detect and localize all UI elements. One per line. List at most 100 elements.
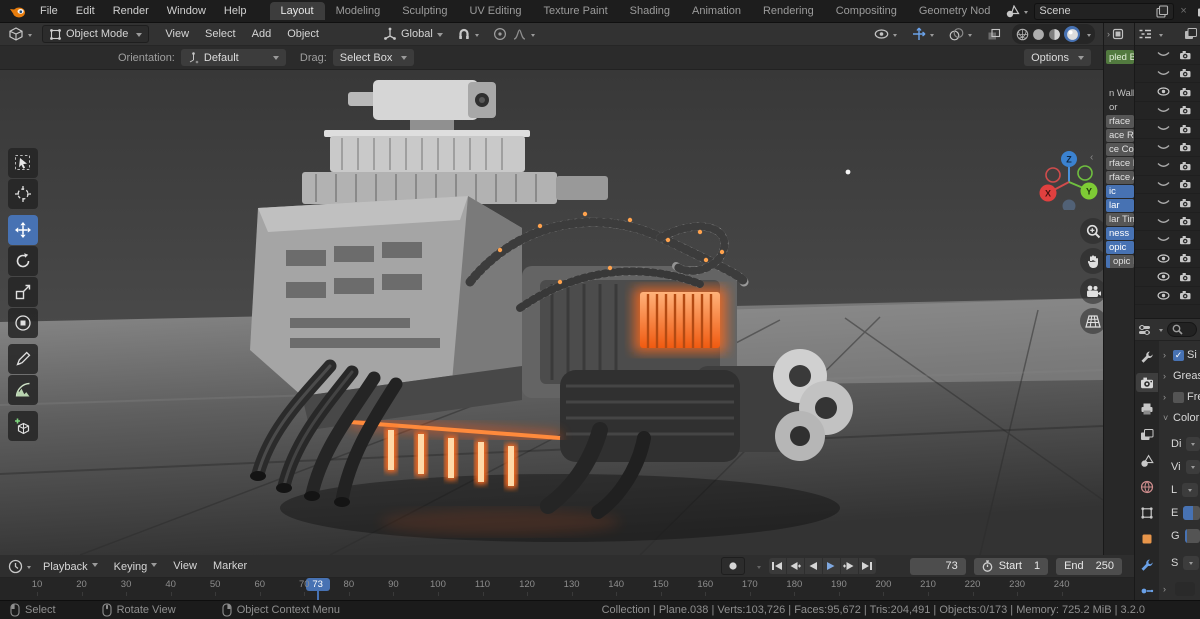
hide-in-viewport-toggle[interactable] xyxy=(1157,124,1170,133)
node-socket-row[interactable]: lar Tint xyxy=(1106,213,1134,226)
transform-orientation-dropdown[interactable]: Global xyxy=(379,25,447,44)
panel-header-color[interactable]: ˅ Color xyxy=(1163,412,1200,424)
hide-in-viewport-toggle[interactable] xyxy=(1157,161,1170,170)
viewport-menu-select[interactable]: Select xyxy=(197,28,244,40)
workspace-tab[interactable]: Animation xyxy=(681,2,752,20)
color-mgmt-slider[interactable] xyxy=(1184,529,1200,543)
properties-tab-physics[interactable] xyxy=(1136,581,1158,600)
tool-add-cube[interactable] xyxy=(8,411,38,441)
hide-in-viewport-toggle[interactable] xyxy=(1157,254,1170,263)
frame-start-field[interactable]: Start 1 xyxy=(973,557,1049,575)
timeline-menu-keying[interactable]: Keying xyxy=(106,559,166,573)
panel-footer[interactable]: › xyxy=(1163,582,1200,596)
hide-in-viewport-toggle[interactable] xyxy=(1157,180,1170,189)
node-socket-row[interactable]: n Walk xyxy=(1106,87,1134,100)
workspace-tab[interactable]: Compositing xyxy=(825,2,908,20)
workspace-tab[interactable]: Sculpting xyxy=(391,2,458,20)
tool-cursor[interactable] xyxy=(8,179,38,209)
node-socket-row[interactable]: opic xyxy=(1106,241,1134,254)
tool-scale[interactable] xyxy=(8,277,38,307)
disable-in-renders-toggle[interactable] xyxy=(1179,235,1192,245)
hide-in-viewport-toggle[interactable] xyxy=(1157,69,1170,78)
play-button[interactable] xyxy=(822,558,840,574)
panel-header-fre[interactable]: ›Fre xyxy=(1163,391,1200,403)
current-frame-field[interactable]: 73 xyxy=(909,557,966,575)
outliner[interactable] xyxy=(1134,23,1200,318)
disable-in-renders-toggle[interactable] xyxy=(1179,87,1192,97)
topbar-menu-file[interactable]: File xyxy=(31,5,67,17)
tool-transform[interactable] xyxy=(8,308,38,338)
viewport-menu-view[interactable]: View xyxy=(157,28,197,40)
panel-header-greas[interactable]: › Greas xyxy=(1163,370,1200,382)
hide-in-viewport-toggle[interactable] xyxy=(1157,50,1170,59)
properties-tab-object-data[interactable] xyxy=(1136,529,1158,548)
orientation-default-dropdown[interactable]: Default xyxy=(180,49,286,66)
workspace-tab[interactable]: Rendering xyxy=(752,2,825,20)
hide-in-viewport-toggle[interactable] xyxy=(1157,87,1170,96)
play-reverse-button[interactable] xyxy=(804,558,822,574)
disable-in-renders-toggle[interactable] xyxy=(1179,272,1192,282)
disable-in-renders-toggle[interactable] xyxy=(1179,161,1192,171)
tool-measure[interactable] xyxy=(8,375,38,405)
node-socket-row[interactable]: lar xyxy=(1106,199,1134,212)
node-socket-row[interactable]: ace Radiu xyxy=(1106,129,1134,142)
sidebar-collapse-arrow[interactable]: ‹ xyxy=(1090,152,1093,163)
show-overlays-dropdown[interactable] xyxy=(945,25,976,44)
properties-tab-world[interactable] xyxy=(1136,477,1158,496)
jump-to-start-button[interactable] xyxy=(768,558,786,574)
disable-in-renders-toggle[interactable] xyxy=(1179,198,1192,208)
node-socket-row[interactable]: or xyxy=(1106,101,1134,114)
color-mgmt-dropdown[interactable] xyxy=(1183,556,1200,570)
color-mgmt-slider[interactable] xyxy=(1183,506,1200,520)
proportional-editing-icon[interactable] xyxy=(489,25,539,44)
workspace-tab[interactable]: UV Editing xyxy=(458,2,532,20)
disable-in-renders-toggle[interactable] xyxy=(1179,290,1192,300)
jump-to-end-button[interactable] xyxy=(858,558,876,574)
node-socket-row[interactable]: rface IOR xyxy=(1106,157,1134,170)
viewport-canvas[interactable]: Z X Y ‹ xyxy=(0,70,1103,555)
panel-checkbox[interactable]: ✓ xyxy=(1173,349,1184,361)
node-socket-row[interactable]: rface xyxy=(1106,115,1134,128)
hide-in-viewport-toggle[interactable] xyxy=(1157,198,1170,207)
workspace-tab[interactable]: Texture Paint xyxy=(532,2,618,20)
scene-type-icon[interactable] xyxy=(1001,2,1032,21)
tool-select-box[interactable] xyxy=(8,148,38,178)
shading-material-icon[interactable] xyxy=(1048,28,1061,41)
scene-unlink-icon[interactable]: × xyxy=(1180,5,1186,17)
color-mgmt-dropdown[interactable] xyxy=(1186,437,1200,451)
properties-tab-tool[interactable] xyxy=(1136,347,1158,366)
viewport-menu-object[interactable]: Object xyxy=(279,28,327,40)
properties-editor[interactable]: ›✓Si ›Greas ›Fre ˅Color Di Vi L E G S › xyxy=(1134,318,1200,600)
workspace-tab[interactable]: Geometry Nod xyxy=(908,2,1002,20)
shading-wireframe-icon[interactable] xyxy=(1016,28,1029,41)
tool-rotate[interactable] xyxy=(8,246,38,276)
options-dropdown[interactable]: Options xyxy=(1024,49,1091,66)
hide-in-viewport-toggle[interactable] xyxy=(1157,217,1170,226)
shading-rendered-icon[interactable] xyxy=(1064,26,1080,42)
tool-move[interactable] xyxy=(8,215,38,245)
timeline-menu-marker[interactable]: Marker xyxy=(205,560,255,572)
workspace-tab[interactable]: Shading xyxy=(619,2,681,20)
topbar-menu-edit[interactable]: Edit xyxy=(67,5,104,17)
viewport-menu-add[interactable]: Add xyxy=(244,28,280,40)
panel-header-si[interactable]: › ✓ Si xyxy=(1163,349,1200,361)
workspace-tab[interactable]: Modeling xyxy=(325,2,392,20)
properties-tab-render[interactable] xyxy=(1136,373,1158,392)
properties-tab-view-layer[interactable] xyxy=(1136,425,1158,444)
viewport-camera-button[interactable] xyxy=(1080,278,1103,304)
properties-tab-scene[interactable] xyxy=(1136,451,1158,470)
topbar-menu-window[interactable]: Window xyxy=(158,5,215,17)
topbar-menu-render[interactable]: Render xyxy=(104,5,158,17)
workspace-tab[interactable]: Layout xyxy=(269,2,325,20)
hide-in-viewport-toggle[interactable] xyxy=(1157,106,1170,115)
show-gizmo-dropdown[interactable] xyxy=(908,25,938,44)
xray-toggle[interactable] xyxy=(983,25,1005,44)
timeline-editor[interactable]: Playback Keying View Marker 73 Start 1 End … xyxy=(0,555,1134,600)
node-socket-row[interactable]: opic Ra xyxy=(1106,255,1134,268)
outliner-filter-icon[interactable] xyxy=(1184,28,1197,40)
disable-in-renders-toggle[interactable] xyxy=(1179,253,1192,263)
node-header[interactable]: pled BSD xyxy=(1106,50,1134,64)
frame-end-field[interactable]: End 250 xyxy=(1056,557,1122,575)
disable-in-renders-toggle[interactable] xyxy=(1179,179,1192,189)
timeline-ruler[interactable]: 73 10 20 30 40 50 60 70 80 90 100 110 120 130 140 150 1… xyxy=(0,578,1134,600)
